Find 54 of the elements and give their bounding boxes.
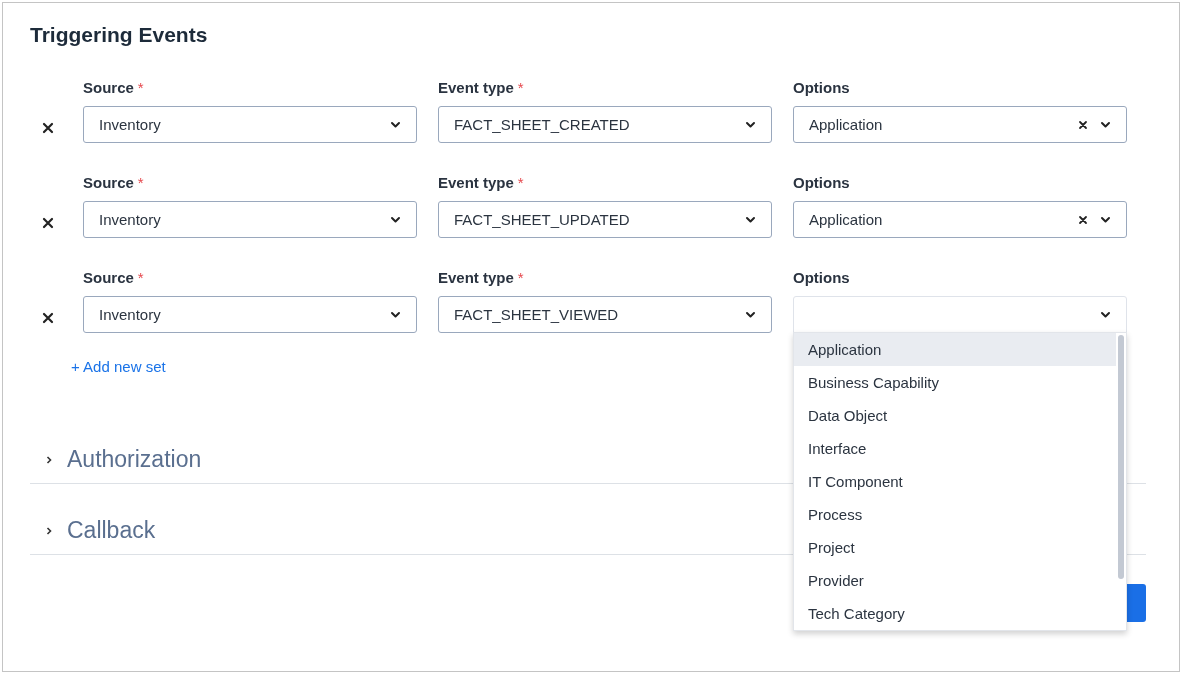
chevron-right-icon — [44, 525, 54, 536]
field-label: Event type — [438, 78, 514, 98]
chevron-down-icon — [1100, 120, 1111, 129]
chevron-down-icon — [1100, 310, 1111, 319]
close-icon — [42, 216, 54, 229]
section-title: Triggering Events — [30, 22, 209, 48]
close-icon — [42, 311, 54, 324]
dropdown-option[interactable]: Interface — [794, 432, 1116, 465]
dropdown-option[interactable]: Project — [794, 531, 1116, 564]
chevron-down-icon — [390, 120, 401, 129]
select-field[interactable] — [793, 296, 1127, 333]
required-mark: * — [137, 78, 144, 98]
dropdown-option[interactable]: Tech Category — [794, 597, 1116, 630]
select-field[interactable]: Inventory — [83, 106, 417, 143]
select-field[interactable]: Inventory — [83, 201, 417, 238]
chevron-down-icon — [745, 215, 756, 224]
field-label: Source — [83, 268, 134, 288]
chevron-down-icon — [390, 310, 401, 319]
close-icon — [42, 121, 54, 134]
dropdown-option[interactable]: Data Object — [794, 399, 1116, 432]
field-label: Source — [83, 173, 134, 193]
field-label: Event type — [438, 268, 514, 288]
clear-icon[interactable] — [1078, 119, 1088, 130]
dropdown-option[interactable]: Application — [794, 333, 1116, 366]
dropdown-option[interactable]: IT Component — [794, 465, 1116, 498]
dropdown-option[interactable]: Provider — [794, 564, 1116, 597]
required-mark: * — [517, 173, 524, 193]
dropdown-option[interactable]: Business Capability — [794, 366, 1116, 399]
select-field[interactable]: Application — [793, 106, 1127, 143]
chevron-down-icon — [390, 215, 401, 224]
field-label: Options — [793, 173, 850, 193]
chevron-down-icon — [1100, 215, 1111, 224]
dropdown-option[interactable]: Process — [794, 498, 1116, 531]
chevron-down-icon — [745, 120, 756, 129]
collapsible-header[interactable]: Authorization — [44, 446, 202, 473]
select-field[interactable]: FACT_SHEET_UPDATED — [438, 201, 772, 238]
scrollbar[interactable] — [1118, 335, 1124, 579]
chevron-down-icon — [745, 310, 756, 319]
select-field[interactable]: FACT_SHEET_CREATED — [438, 106, 772, 143]
required-mark: * — [137, 173, 144, 193]
collapsible-header[interactable]: Callback — [44, 517, 156, 544]
clear-icon[interactable] — [1078, 214, 1088, 225]
add-set-link[interactable]: + Add new set — [71, 357, 166, 377]
chevron-right-icon — [44, 454, 54, 465]
field-label: Options — [793, 78, 850, 98]
field-label: Options — [793, 268, 850, 288]
select-field[interactable]: Inventory — [83, 296, 417, 333]
required-mark: * — [137, 268, 144, 288]
required-mark: * — [517, 78, 524, 98]
field-label: Source — [83, 78, 134, 98]
required-mark: * — [517, 268, 524, 288]
field-label: Event type — [438, 173, 514, 193]
select-field[interactable]: Application — [793, 201, 1127, 238]
select-field[interactable]: FACT_SHEET_VIEWED — [438, 296, 772, 333]
